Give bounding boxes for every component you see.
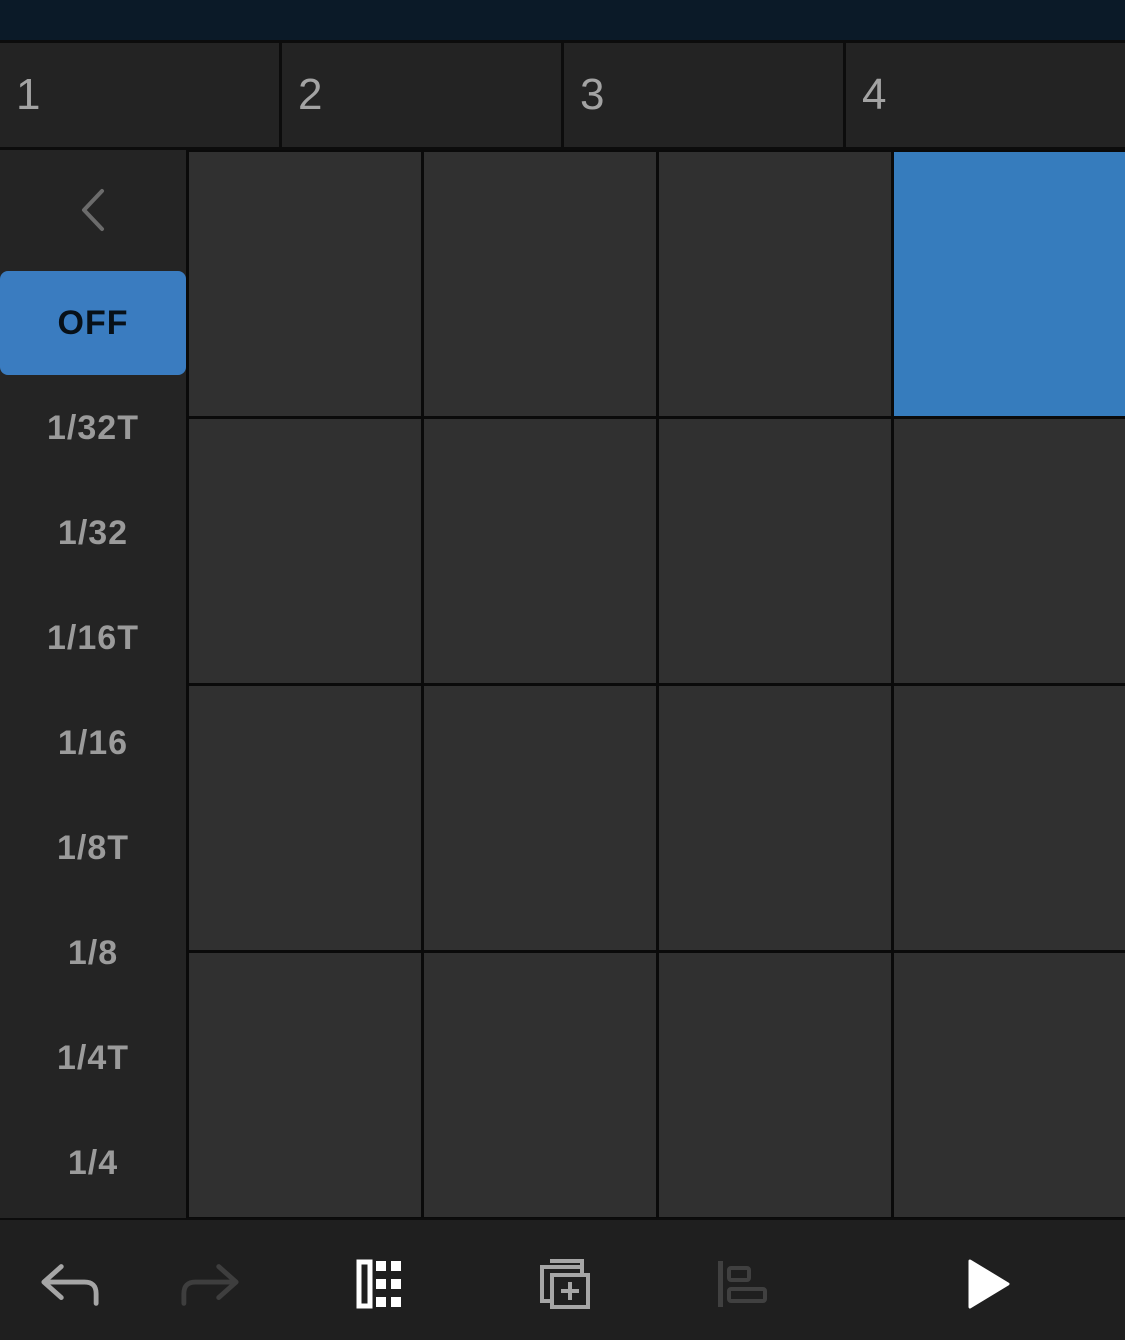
beat-header: 1 2 3 4 — [0, 40, 1125, 150]
play-icon — [968, 1259, 1010, 1309]
pad-cell[interactable] — [659, 953, 891, 1217]
rate-1-8t[interactable]: 1/8T — [0, 796, 186, 900]
rate-1-8[interactable]: 1/8 — [0, 901, 186, 1005]
pad-cell[interactable] — [189, 686, 421, 950]
rate-1-16[interactable]: 1/16 — [0, 691, 186, 795]
pad-cell[interactable] — [189, 419, 421, 683]
beat-4[interactable]: 4 — [846, 43, 1125, 147]
duplicate-add-icon — [540, 1259, 590, 1309]
pad-cell[interactable] — [424, 419, 656, 683]
undo-icon — [41, 1264, 99, 1306]
beat-3[interactable]: 3 — [564, 43, 843, 147]
grid-pads-icon — [356, 1259, 401, 1309]
play-button[interactable] — [956, 1256, 1016, 1312]
pad-cell[interactable] — [894, 419, 1125, 683]
pad-grid — [186, 150, 1125, 1218]
back-button[interactable] — [0, 150, 186, 270]
beat-2[interactable]: 2 — [282, 43, 561, 147]
pad-cell[interactable] — [659, 152, 891, 416]
undo-button[interactable] — [40, 1256, 100, 1312]
pad-cell[interactable] — [189, 953, 421, 1217]
pad-cell[interactable] — [659, 419, 891, 683]
pad-cell[interactable] — [894, 686, 1125, 950]
note-repeat-sidebar: OFF 1/32T 1/32 1/16T 1/16 1/8T 1/8 1/4T … — [0, 150, 186, 1218]
pad-cell[interactable] — [659, 686, 891, 950]
pad-cell[interactable] — [424, 953, 656, 1217]
pad-cell[interactable] — [424, 152, 656, 416]
redo-icon — [181, 1264, 239, 1306]
pad-view-button[interactable] — [354, 1256, 414, 1312]
align-button[interactable] — [712, 1256, 772, 1312]
rate-1-16t[interactable]: 1/16T — [0, 586, 186, 690]
rate-1-32t[interactable]: 1/32T — [0, 376, 186, 480]
rate-off[interactable]: OFF — [0, 271, 186, 375]
chevron-left-icon — [82, 189, 104, 231]
pad-cell[interactable] — [894, 152, 1125, 416]
rate-1-4[interactable]: 1/4 — [0, 1111, 186, 1215]
redo-button[interactable] — [180, 1256, 240, 1312]
bottom-toolbar — [0, 1218, 1125, 1340]
pad-cell[interactable] — [894, 953, 1125, 1217]
pad-cell[interactable] — [189, 152, 421, 416]
beat-1[interactable]: 1 — [0, 43, 279, 147]
pad-cell[interactable] — [424, 686, 656, 950]
align-icon — [718, 1261, 767, 1307]
rate-1-4t[interactable]: 1/4T — [0, 1006, 186, 1110]
rate-1-32[interactable]: 1/32 — [0, 481, 186, 585]
status-bar — [0, 0, 1125, 40]
duplicate-button[interactable] — [534, 1256, 594, 1312]
